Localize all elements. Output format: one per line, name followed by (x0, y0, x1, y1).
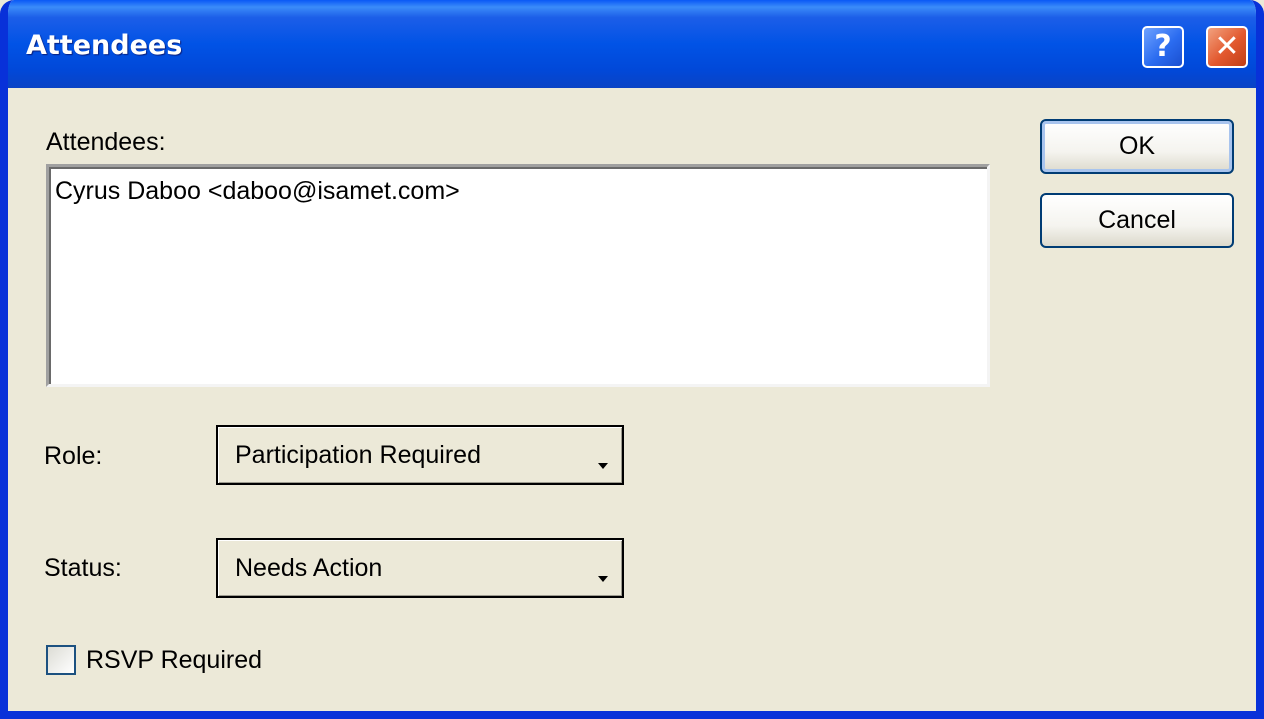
window-title: Attendees (26, 30, 183, 61)
role-dropdown-value: Participation Required (235, 441, 481, 469)
attendees-dialog: Attendees ? ✕ Attendees: Cyrus Daboo <da… (0, 0, 1264, 719)
role-dropdown[interactable]: Participation Required (216, 425, 624, 485)
close-button[interactable]: ✕ (1206, 26, 1248, 68)
dialog-body: Attendees: Cyrus Daboo <daboo@isamet.com… (8, 88, 1256, 711)
status-dropdown-value: Needs Action (235, 554, 383, 582)
rsvp-checkbox[interactable] (46, 645, 76, 675)
help-icon: ? (1154, 29, 1172, 64)
status-dropdown[interactable]: Needs Action (216, 538, 624, 598)
cancel-button[interactable]: Cancel (1040, 193, 1234, 248)
dropdown-arrow-icon (598, 576, 608, 582)
title-bar[interactable]: Attendees ? ✕ (8, 0, 1256, 88)
ok-button[interactable]: OK (1040, 119, 1234, 174)
list-item[interactable]: Cyrus Daboo <daboo@isamet.com> (55, 177, 460, 206)
status-label: Status: (44, 554, 122, 582)
attendees-label: Attendees: (46, 128, 166, 156)
attendees-list[interactable]: Cyrus Daboo <daboo@isamet.com> (46, 164, 990, 387)
help-button[interactable]: ? (1142, 26, 1184, 68)
role-label: Role: (44, 442, 103, 470)
close-icon: ✕ (1214, 29, 1240, 64)
rsvp-label[interactable]: RSVP Required (86, 646, 262, 675)
dropdown-arrow-icon (598, 463, 608, 469)
